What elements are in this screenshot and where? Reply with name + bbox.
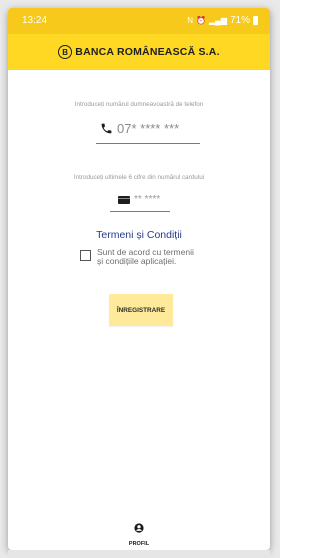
card-field-label: Introduceți ultimele 6 cifre din numărul… bbox=[73, 174, 205, 181]
bank-logo: B BANCA ROMÂNEASCĂ S.A. bbox=[58, 45, 220, 59]
status-icons: N ⏰ ▂▄▆ 71% bbox=[187, 15, 258, 26]
card-underline bbox=[110, 211, 170, 212]
profile-nav-item[interactable]: PROFIL bbox=[119, 520, 159, 547]
consent-checkbox[interactable] bbox=[80, 250, 91, 261]
alarm-icon: ⏰ bbox=[196, 16, 206, 25]
app-screen: 13:24 N ⏰ ▂▄▆ 71% B BANCA ROMÂNEASCĂ S.A… bbox=[8, 8, 270, 550]
system-nav-bar bbox=[8, 550, 270, 558]
phone-field-label: Introduceți numărul dumneavoastră de tel… bbox=[74, 101, 204, 108]
credit-card-icon bbox=[118, 195, 130, 204]
status-bar: 13:24 N ⏰ ▂▄▆ 71% bbox=[8, 8, 270, 34]
card-digits-input[interactable]: ** **** bbox=[118, 194, 178, 205]
consent-text: Sunt de acord cu termenii și condițiile … bbox=[97, 248, 194, 266]
phone-placeholder: 07* **** *** bbox=[117, 121, 180, 136]
terms-link[interactable]: Termeni și Condiții bbox=[8, 229, 270, 241]
register-button[interactable]: ÎNREGISTRARE bbox=[109, 294, 173, 326]
battery-icon bbox=[253, 16, 258, 25]
app-header: B BANCA ROMÂNEASCĂ S.A. bbox=[8, 34, 270, 70]
bank-logo-mark: B bbox=[58, 45, 73, 59]
card-placeholder: ** **** bbox=[134, 194, 161, 205]
bank-name: BANCA ROMÂNEASCĂ S.A. bbox=[75, 46, 220, 58]
phone-icon bbox=[101, 123, 112, 134]
battery-percent: 71% bbox=[229, 15, 250, 26]
consent-row[interactable]: Sunt de acord cu termenii și condițiile … bbox=[80, 248, 220, 266]
phone-underline bbox=[96, 143, 200, 144]
consent-line-2: și condițiile aplicației. bbox=[97, 256, 177, 266]
signal-icon: ▂▄▆ bbox=[209, 16, 227, 25]
status-time: 13:24 bbox=[22, 15, 48, 26]
screenshot-frame: 13:24 N ⏰ ▂▄▆ 71% B BANCA ROMÂNEASCĂ S.A… bbox=[0, 0, 280, 558]
profile-label: PROFIL bbox=[128, 541, 150, 547]
user-icon bbox=[134, 523, 144, 533]
phone-input[interactable]: 07* **** *** bbox=[100, 121, 200, 136]
nfc-icon: N bbox=[187, 16, 194, 25]
